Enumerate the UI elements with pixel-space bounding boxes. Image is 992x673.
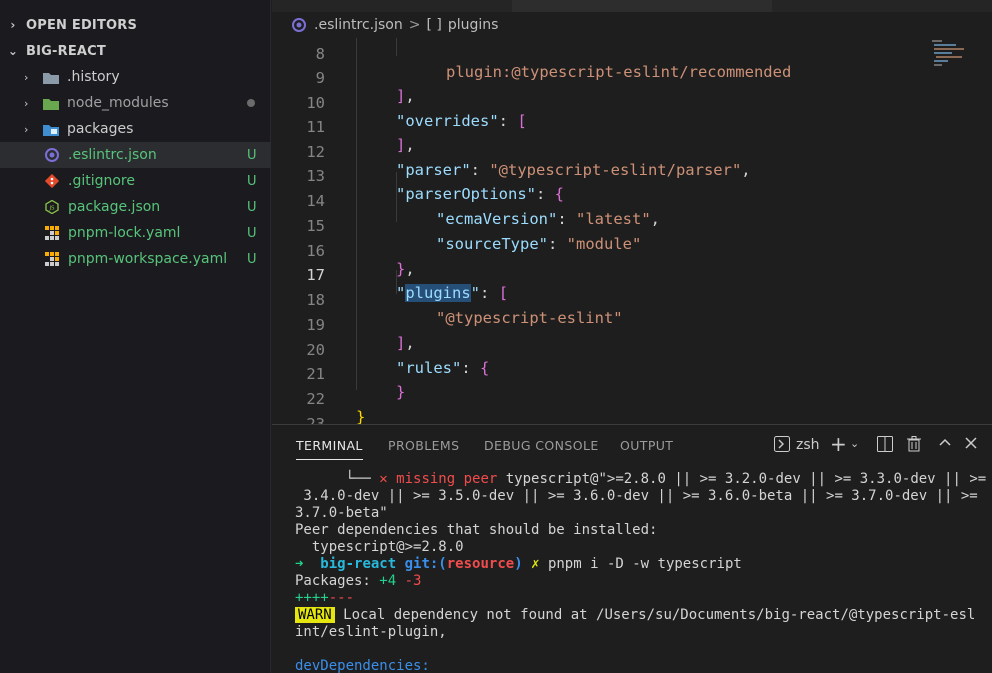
- terminal-line: 3.7.0-beta": [295, 505, 388, 521]
- breadcrumb-symbol[interactable]: plugins: [448, 17, 499, 33]
- code-line: 21 }: [272, 347, 922, 401]
- terminal-line: 3.4.0-dev || >= 3.5.0-dev || >= 3.6.0-de…: [295, 488, 978, 504]
- code-line: 13 "parserOptions": {: [272, 149, 922, 203]
- code-line: 10 "overrides": [: [272, 76, 922, 130]
- terminal-line: devDependencies:: [295, 658, 430, 673]
- tree-item-gitignore[interactable]: .gitignore U: [0, 168, 271, 194]
- node-folder-icon: [43, 96, 59, 110]
- tree-item-package-json[interactable]: JS package.json U: [0, 194, 271, 220]
- chevron-down-icon: ⌄: [7, 44, 19, 58]
- project-header[interactable]: ⌄ BIG-REACT: [0, 38, 271, 64]
- untracked-badge: U: [247, 173, 257, 189]
- terminal-line: Peer dependencies that should be install…: [295, 522, 658, 538]
- terminal-progress-line: ++++---: [295, 590, 355, 606]
- code-line-active: 17 "plugins": [: [272, 248, 922, 302]
- minimap[interactable]: [922, 38, 992, 424]
- array-symbol-icon: [ ]: [426, 17, 442, 33]
- tree-item-eslintrc[interactable]: .eslintrc.json U: [0, 142, 271, 168]
- tree-item-pnpm-workspace[interactable]: pnpm-workspace.yaml U: [0, 246, 271, 272]
- untracked-badge: U: [247, 225, 257, 241]
- tab-terminal[interactable]: TERMINAL: [296, 438, 363, 460]
- code-line: 11 ],: [272, 100, 922, 154]
- nodejs-icon: JS: [44, 200, 60, 214]
- bottom-panel: TERMINAL PROBLEMS DEBUG CONSOLE OUTPUT z…: [272, 424, 992, 673]
- tab-bar-fragment: [512, 0, 772, 12]
- code-line: 15 "sourceType": "module": [272, 199, 922, 253]
- code-line: 16 },: [272, 224, 922, 278]
- tree-item-label: .history: [67, 69, 120, 85]
- terminal-line: int/eslint-plugin,: [295, 624, 447, 640]
- eslint-icon: [44, 148, 60, 162]
- project-label: BIG-REACT: [26, 43, 106, 59]
- folder-icon: [43, 70, 59, 84]
- line-number: 23: [306, 415, 325, 424]
- explorer-sidebar: › OPEN EDITORS ⌄ BIG-REACT › .history › …: [0, 0, 271, 673]
- untracked-badge: U: [247, 199, 257, 215]
- tree-item-history[interactable]: › .history: [0, 64, 271, 90]
- tab-output[interactable]: OUTPUT: [620, 438, 673, 460]
- tree-item-label: .eslintrc.json: [68, 147, 157, 163]
- add-terminal-icon[interactable]: +: [830, 432, 847, 456]
- panel-tab-bar: TERMINAL PROBLEMS DEBUG CONSOLE OUTPUT z…: [272, 425, 992, 465]
- tree-item-label: packages: [67, 121, 134, 137]
- terminal-line: └── ✕ missing peer typescript@">=2.8.0 |…: [345, 471, 987, 487]
- terminal-warn-line: WARN Local dependency not found at /User…: [295, 607, 985, 624]
- warn-badge: WARN: [295, 607, 335, 623]
- chevron-right-icon: ›: [24, 96, 29, 110]
- tree-item-label: .gitignore: [68, 173, 135, 189]
- code-line: 18 "@typescript-eslint": [272, 273, 922, 327]
- split-terminal-icon[interactable]: [877, 436, 893, 456]
- tree-item-label: package.json: [68, 199, 161, 215]
- untracked-badge: U: [247, 147, 257, 163]
- pnpm-icon: [44, 226, 60, 240]
- terminal-output[interactable]: └── ✕ missing peer typescript@">=2.8.0 |…: [295, 471, 987, 673]
- tab-bar: [272, 0, 992, 12]
- pnpm-icon: [44, 252, 60, 266]
- maximize-panel-icon[interactable]: [938, 436, 952, 454]
- tab-problems[interactable]: PROBLEMS: [388, 438, 459, 460]
- breadcrumb: .eslintrc.json > [ ] plugins: [272, 12, 992, 38]
- tree-item-label: pnpm-lock.yaml: [68, 225, 181, 241]
- tab-debug-console[interactable]: DEBUG CONSOLE: [484, 438, 599, 460]
- open-editors-label: OPEN EDITORS: [26, 17, 138, 33]
- terminal-prompt-line: ➜ big-react git:(resource) ✗ pnpm i -D -…: [295, 556, 742, 572]
- tree-item-label: node_modules: [67, 95, 169, 111]
- code-line: 23: [272, 397, 922, 424]
- git-icon: [44, 174, 60, 188]
- code-line: 14 "ecmaVersion": "latest",: [272, 174, 922, 228]
- trash-icon[interactable]: [907, 436, 921, 456]
- code-line: 12 "parser": "@typescript-eslint/parser"…: [272, 125, 922, 179]
- breadcrumb-file[interactable]: .eslintrc.json: [314, 17, 403, 33]
- code-editor[interactable]: .eslintrc.json > [ ] plugins 8 plugin:@t…: [272, 0, 992, 424]
- open-editors-header[interactable]: › OPEN EDITORS: [0, 12, 271, 38]
- tree-item-node-modules[interactable]: › node_modules: [0, 90, 271, 116]
- close-panel-icon[interactable]: [964, 436, 978, 454]
- chevron-right-icon: ›: [24, 122, 29, 136]
- breadcrumb-separator: >: [408, 17, 421, 33]
- chevron-right-icon: ›: [10, 18, 16, 32]
- terminal-line: Packages: +4 -3: [295, 573, 422, 589]
- tree-item-pnpm-lock[interactable]: pnpm-lock.yaml U: [0, 220, 271, 246]
- shell-label[interactable]: zsh: [796, 437, 820, 453]
- terminal-shell-icon[interactable]: [774, 436, 790, 456]
- tree-item-packages[interactable]: › packages: [0, 116, 271, 142]
- code-line: 20 "rules": {: [272, 323, 922, 377]
- code-line: 9 ],: [272, 51, 922, 105]
- tree-item-label: pnpm-workspace.yaml: [68, 251, 228, 267]
- svg-text:JS: JS: [48, 206, 55, 212]
- eslint-icon: [292, 18, 306, 32]
- package-folder-icon: [43, 122, 59, 136]
- code-line: 22 }: [272, 372, 922, 424]
- ignored-dot-icon: [247, 96, 271, 111]
- code-line: 19 ],: [272, 298, 922, 352]
- chevron-down-icon[interactable]: ⌄: [850, 437, 859, 450]
- terminal-line: typescript@>=2.8.0: [295, 539, 464, 555]
- untracked-badge: U: [247, 251, 257, 267]
- chevron-right-icon: ›: [24, 70, 29, 84]
